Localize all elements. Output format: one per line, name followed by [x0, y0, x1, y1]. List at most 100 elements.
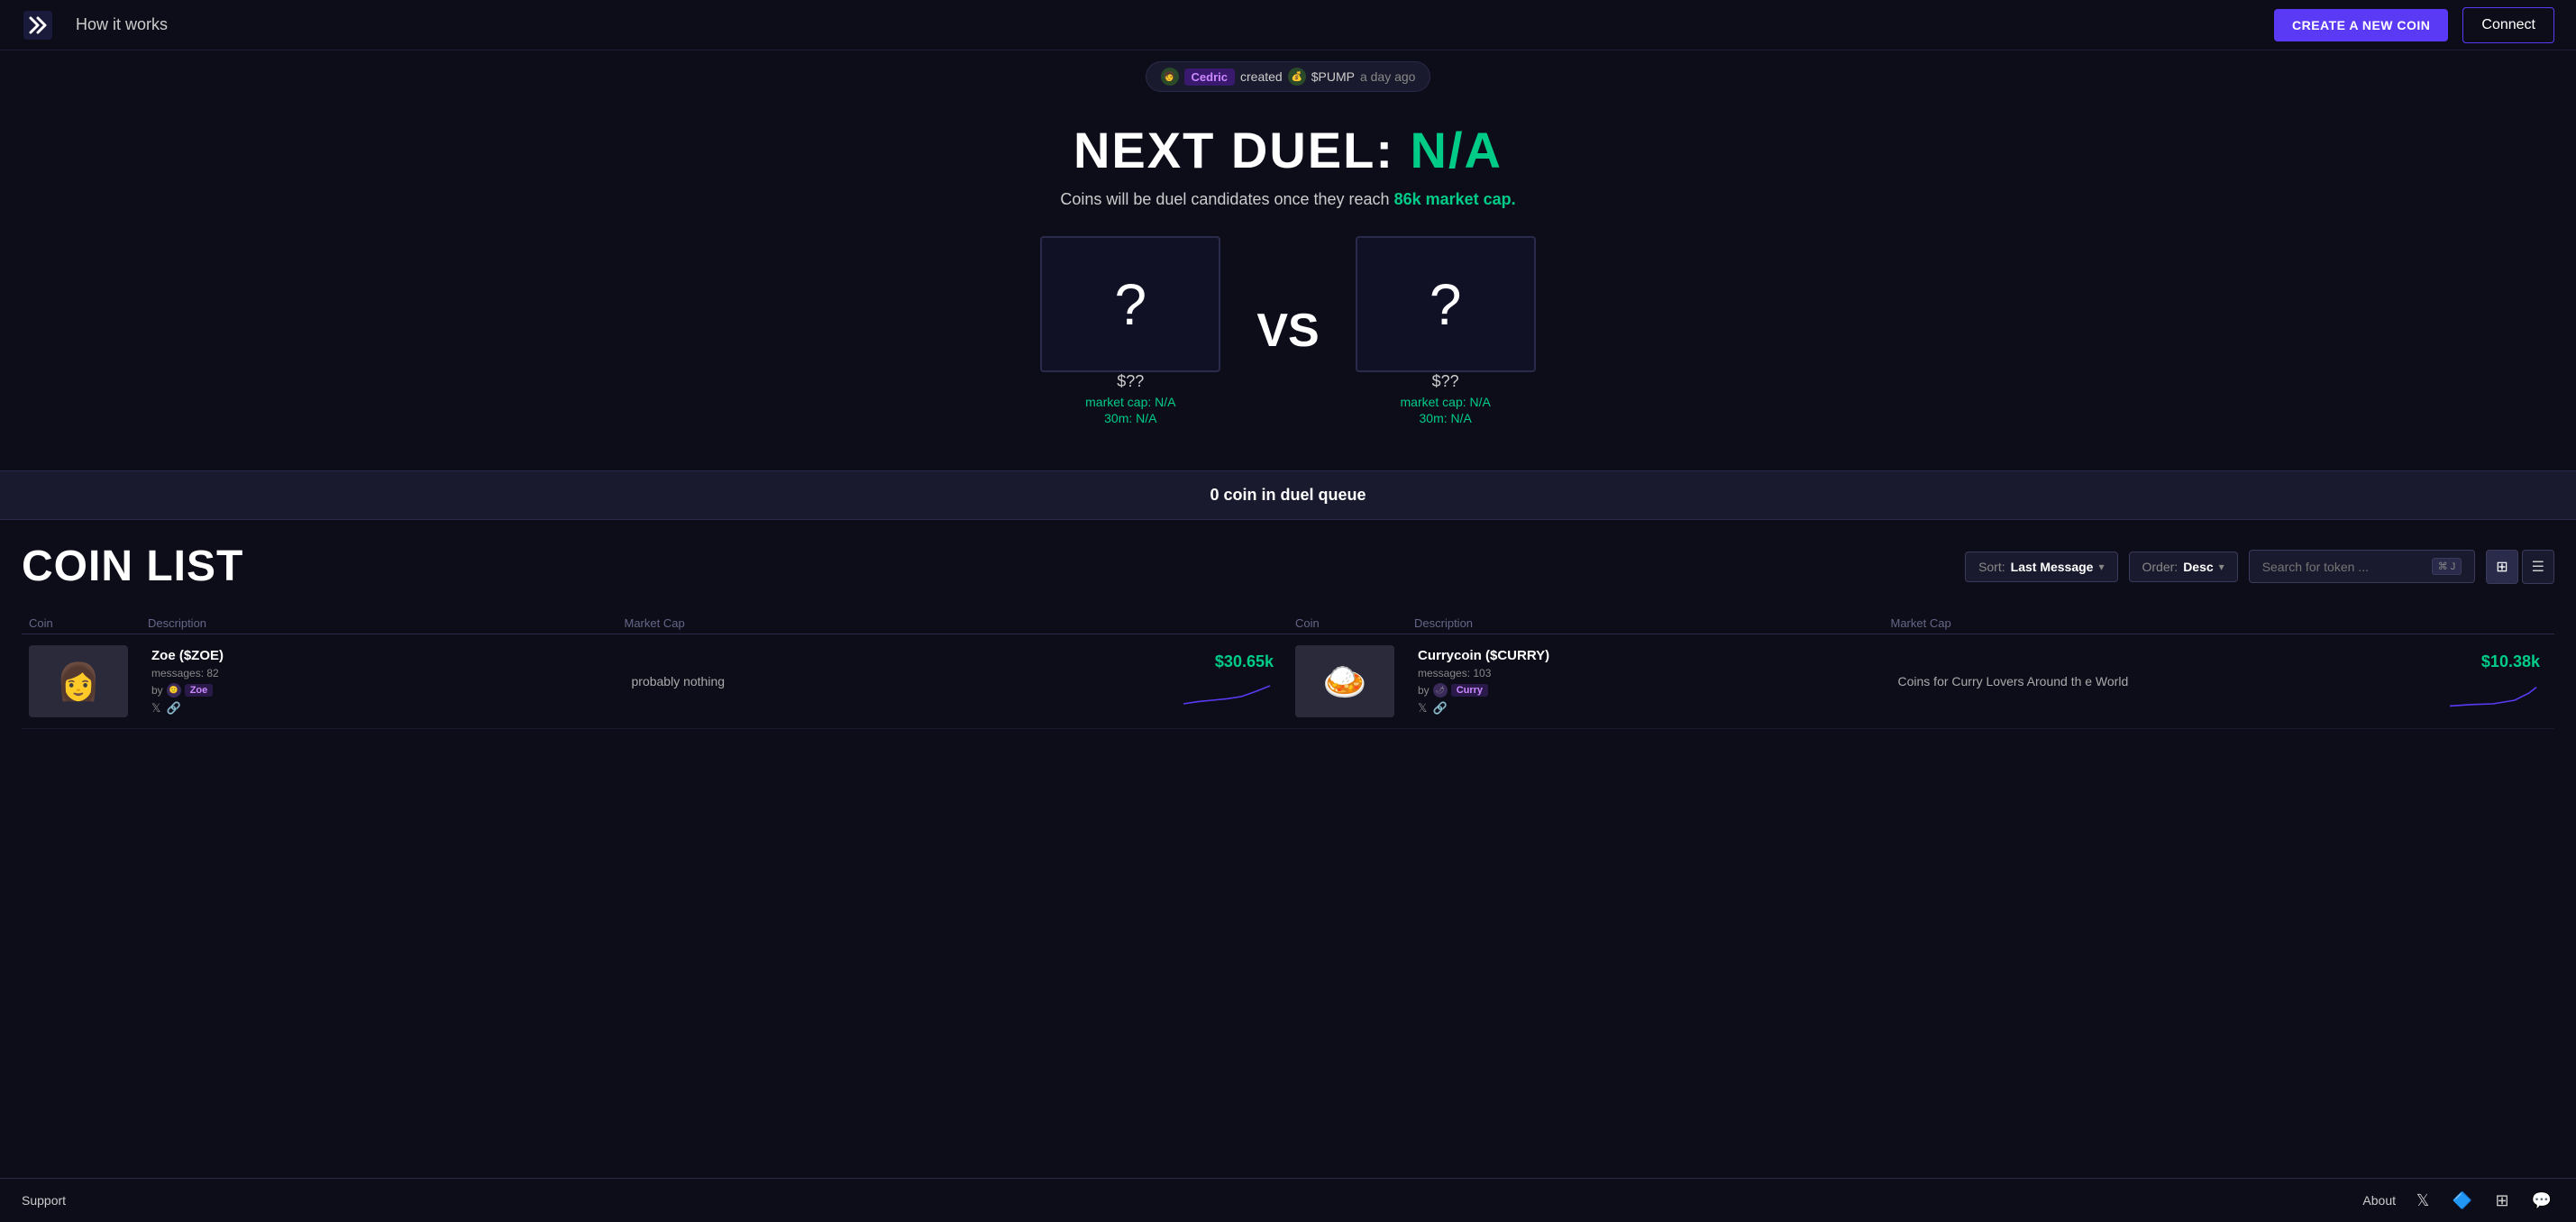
- queue-bar: 0 coin in duel queue: [0, 470, 2576, 520]
- duel-vs: VS: [1256, 304, 1319, 358]
- th-empty-left: [1101, 616, 1281, 630]
- footer-left: Support: [22, 1193, 66, 1208]
- nav-how-it-works[interactable]: How it works: [76, 15, 168, 34]
- sort-chevron-icon: ▾: [2098, 561, 2104, 573]
- duel-right-token: $??: [1356, 372, 1536, 391]
- duel-arena: ? $?? market cap: N/A 30m: N/A VS ? $?? …: [36, 236, 2540, 425]
- left-headers: Coin Description Market Cap: [22, 609, 1288, 634]
- duel-title-value: N/A: [1411, 122, 1503, 178]
- coin-name-curry: Currycoin ($CURRY): [1418, 648, 1877, 663]
- footer-about-link[interactable]: About: [2362, 1193, 2396, 1208]
- duel-left-time: 30m: N/A: [1040, 411, 1220, 425]
- avatar-curry: 🌶: [1433, 683, 1448, 698]
- ticker-user: Cedric: [1184, 68, 1235, 86]
- create-coin-button[interactable]: CREATE A NEW COIN: [2274, 9, 2448, 41]
- footer: Support About 𝕏 🔷 ⊞ 💬: [0, 1178, 2576, 1222]
- coin-by-curry: by 🌶 Curry: [1418, 683, 1877, 698]
- coin-chart-curry: [2439, 675, 2547, 711]
- duel-right-cap: market cap: N/A: [1356, 395, 1536, 409]
- duel-subtitle-accent: 86k market cap.: [1394, 190, 1516, 208]
- duel-title-static: NEXT DUEL:: [1073, 122, 1394, 178]
- coin-messages-curry: messages: 103: [1418, 667, 1877, 679]
- by-label-zoe: by: [151, 684, 163, 697]
- duel-left-cap: market cap: N/A: [1040, 395, 1220, 409]
- twitter-icon[interactable]: 𝕏: [2410, 1188, 2435, 1213]
- duel-right-question: ?: [1430, 271, 1462, 338]
- th-empty-right: [2367, 616, 2547, 630]
- duel-title: NEXT DUEL: N/A: [36, 121, 2540, 179]
- coin-name-zoe: Zoe ($ZOE): [151, 648, 610, 663]
- ticker-action: created: [1240, 69, 1283, 84]
- coin-rows: 👩 Zoe ($ZOE) messages: 82 by 🙂 Zoe 𝕏 🔗 p…: [22, 634, 2554, 729]
- th-cap-right: Market Cap: [1891, 616, 2357, 630]
- order-dropdown[interactable]: Order: Desc ▾: [2129, 552, 2238, 582]
- coin-info-zoe: Zoe ($ZOE) messages: 82 by 🙂 Zoe 𝕏 🔗: [148, 648, 614, 716]
- sort-label: Sort:: [1978, 560, 2005, 574]
- footer-right: About 𝕏 🔷 ⊞ 💬: [2362, 1188, 2554, 1213]
- coin-list-title: COIN LIST: [22, 542, 243, 591]
- ticker-pill[interactable]: 🧑 Cedric created 💰 $PUMP a day ago: [1146, 61, 1431, 92]
- duel-left-card-inner: ?: [1042, 238, 1219, 370]
- ticker-time: a day ago: [1360, 69, 1416, 84]
- order-chevron-icon: ▾: [2219, 561, 2224, 573]
- sort-value: Last Message: [2011, 560, 2094, 574]
- th-cap-left: Market Cap: [625, 616, 1091, 630]
- coin-market-cap-curry: $10.38k: [2481, 652, 2547, 671]
- coin-image-curry: 🍛: [1295, 645, 1394, 717]
- duel-left-token: $??: [1040, 372, 1220, 391]
- by-user-curry: Curry: [1451, 684, 1488, 697]
- duel-left-info: $?? market cap: N/A 30m: N/A: [1040, 372, 1220, 425]
- search-shortcut: ⌘ J: [2432, 558, 2462, 575]
- duel-subtitle-static: Coins will be duel candidates once they …: [1060, 190, 1389, 208]
- footer-support-link[interactable]: Support: [22, 1193, 66, 1208]
- x-icon-zoe[interactable]: 𝕏: [151, 701, 160, 716]
- coin-list-header: COIN LIST Sort: Last Message ▾ Order: De…: [22, 542, 2554, 591]
- logo[interactable]: [22, 9, 54, 41]
- right-headers: Coin Description Market Cap: [1288, 609, 2554, 634]
- order-label: Order:: [2142, 560, 2179, 574]
- th-desc-left: Description: [148, 616, 614, 630]
- header-left: How it works: [22, 9, 168, 41]
- coin-chart-zoe: [1173, 675, 1281, 711]
- coin-by-zoe: by 🙂 Zoe: [151, 683, 610, 698]
- header: How it works CREATE A NEW COIN Connect: [0, 0, 2576, 50]
- coin-messages-zoe: messages: 82: [151, 667, 610, 679]
- coin-info-curry: Currycoin ($CURRY) messages: 103 by 🌶 Cu…: [1414, 648, 1880, 716]
- header-right: CREATE A NEW COIN Connect: [2274, 7, 2554, 43]
- x-icon-curry[interactable]: 𝕏: [1418, 701, 1427, 716]
- duel-left: ? $?? market cap: N/A 30m: N/A: [1040, 236, 1220, 425]
- coin-desc-curry: Coins for Curry Lovers Around th e World: [1891, 674, 2357, 689]
- duel-left-question: ?: [1115, 271, 1147, 338]
- avatar-zoe: 🙂: [167, 683, 181, 698]
- connect-button[interactable]: Connect: [2462, 7, 2554, 43]
- by-user-zoe: Zoe: [185, 684, 214, 697]
- grid-icon[interactable]: ⊞: [2489, 1188, 2515, 1213]
- coin-desc-zoe: probably nothing: [625, 674, 1091, 689]
- view-toggle: ⊞ ☰: [2486, 550, 2554, 584]
- duel-right: ? $?? market cap: N/A 30m: N/A: [1356, 236, 1536, 425]
- th-desc-right: Description: [1414, 616, 1880, 630]
- list-view-button[interactable]: ☰: [2522, 550, 2554, 584]
- by-label-curry: by: [1418, 684, 1430, 697]
- discord-icon[interactable]: 🔷: [2450, 1188, 2475, 1213]
- ticker-token-avatar: 💰: [1288, 68, 1306, 86]
- table-row[interactable]: 👩 Zoe ($ZOE) messages: 82 by 🙂 Zoe 𝕏 🔗 p…: [22, 634, 1288, 729]
- coin-list-controls: Sort: Last Message ▾ Order: Desc ▾ ⌘ J ⊞…: [1965, 550, 2554, 584]
- coin-market-cap-zoe: $30.65k: [1215, 652, 1281, 671]
- link-icon-curry[interactable]: 🔗: [1432, 701, 1447, 716]
- chat-icon[interactable]: 💬: [2529, 1188, 2554, 1213]
- duel-right-card-inner: ?: [1357, 238, 1534, 370]
- duel-section: NEXT DUEL: N/A Coins will be duel candid…: [0, 103, 2576, 470]
- ticker-bar: 🧑 Cedric created 💰 $PUMP a day ago: [0, 50, 2576, 103]
- th-coin-right: Coin: [1295, 616, 1403, 630]
- ticker-token: $PUMP: [1311, 69, 1355, 84]
- grid-view-button[interactable]: ⊞: [2486, 550, 2517, 584]
- table-row[interactable]: 🍛 Currycoin ($CURRY) messages: 103 by 🌶 …: [1288, 634, 2554, 729]
- coin-image-zoe: 👩: [29, 645, 128, 717]
- duel-subtitle: Coins will be duel candidates once they …: [36, 190, 2540, 209]
- duel-right-info: $?? market cap: N/A 30m: N/A: [1356, 372, 1536, 425]
- search-input[interactable]: [2262, 560, 2425, 574]
- sort-dropdown[interactable]: Sort: Last Message ▾: [1965, 552, 2117, 582]
- link-icon-zoe[interactable]: 🔗: [166, 701, 180, 716]
- duel-right-time: 30m: N/A: [1356, 411, 1536, 425]
